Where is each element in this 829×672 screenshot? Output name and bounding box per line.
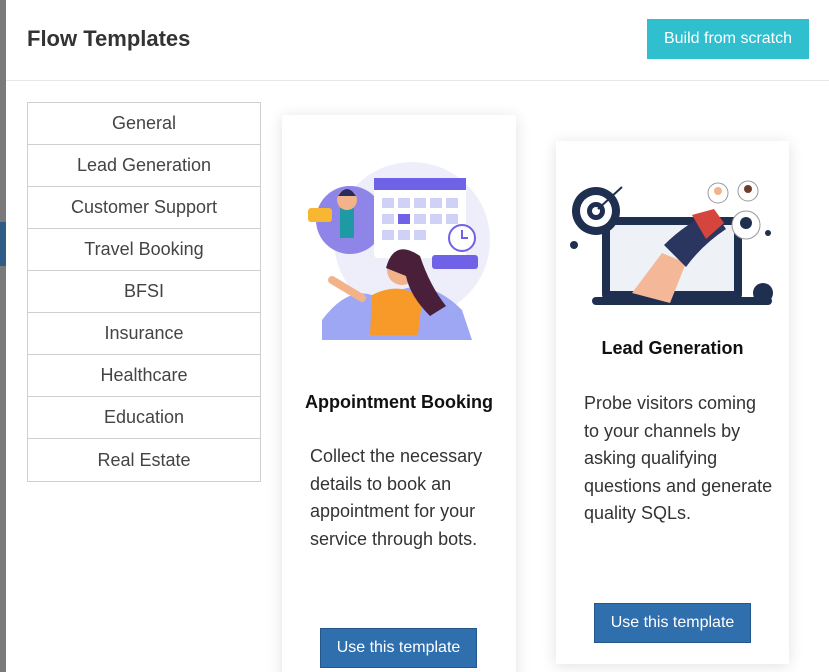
- category-education[interactable]: Education: [28, 397, 260, 439]
- template-title: Appointment Booking: [305, 392, 493, 412]
- appointment-illustration-icon: [308, 162, 490, 340]
- flow-templates-modal: Flow Templates Build from scratch Genera…: [6, 0, 829, 672]
- use-template-button[interactable]: Use this template: [320, 628, 477, 668]
- category-list: General Lead Generation Customer Support…: [27, 102, 261, 482]
- category-bfsi[interactable]: BFSI: [28, 271, 260, 313]
- category-general[interactable]: General: [28, 103, 260, 145]
- use-template-button[interactable]: Use this template: [594, 603, 751, 643]
- template-card-lead-generation[interactable]: Lead Generation Probe visitors coming to…: [556, 141, 789, 664]
- lead-generation-illustration-icon: [570, 180, 773, 305]
- template-description: Collect the necessary details to book an…: [310, 446, 483, 549]
- template-title: Lead Generation: [601, 338, 744, 358]
- build-from-scratch-button[interactable]: Build from scratch: [647, 19, 809, 59]
- category-insurance[interactable]: Insurance: [28, 313, 260, 355]
- category-travel-booking[interactable]: Travel Booking: [28, 229, 260, 271]
- category-lead-generation[interactable]: Lead Generation: [28, 145, 260, 187]
- template-description: Probe visitors coming to your channels b…: [584, 393, 773, 523]
- category-customer-support[interactable]: Customer Support: [28, 187, 260, 229]
- category-healthcare[interactable]: Healthcare: [28, 355, 260, 397]
- category-real-estate[interactable]: Real Estate: [28, 439, 260, 481]
- modal-title: Flow Templates: [27, 26, 191, 51]
- template-card-appointment-booking[interactable]: Appointment Booking Collect the necessar…: [282, 115, 516, 672]
- modal-header: Flow Templates Build from scratch: [6, 0, 829, 81]
